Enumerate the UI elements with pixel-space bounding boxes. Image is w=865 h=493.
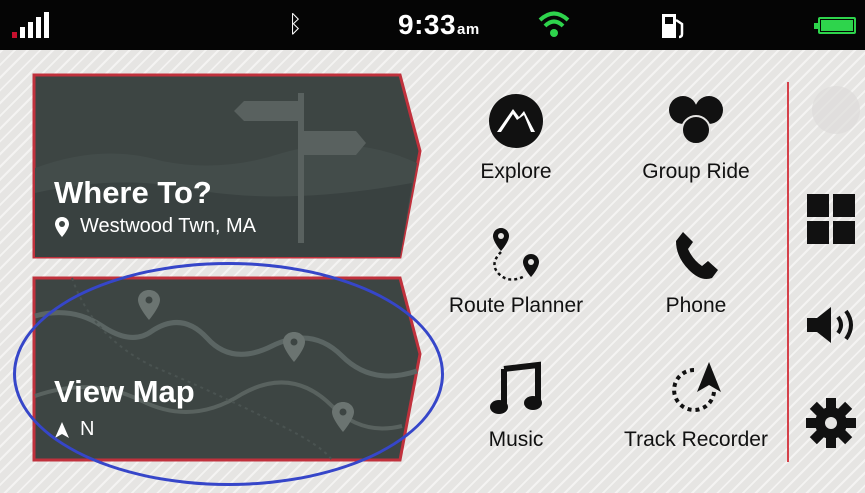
phone-label: Phone	[665, 294, 727, 317]
group-ride-button[interactable]: Group Ride	[611, 90, 781, 184]
explore-icon	[489, 94, 543, 148]
explore-button[interactable]: Explore	[431, 90, 601, 184]
track-recorder-button[interactable]: Track Recorder	[611, 358, 781, 452]
route-planner-label: Route Planner	[448, 294, 584, 317]
route-planner-icon	[493, 228, 539, 281]
view-map-title: View Map	[54, 374, 195, 409]
settings-button[interactable]	[800, 397, 862, 449]
group-ride-icon	[669, 96, 723, 145]
volume-icon	[807, 307, 853, 343]
side-divider	[787, 82, 789, 462]
where-to-location-text: Westwood Twn, MA	[80, 215, 256, 237]
group-ride-label: Group Ride	[642, 160, 750, 183]
clock-suffix: am	[457, 21, 480, 38]
home-screen: ᛒ 9:33am Where To? Westwood Twn, MA View…	[0, 0, 865, 493]
view-map-button[interactable]: View Map N	[32, 276, 422, 462]
bluetooth-icon: ᛒ	[288, 10, 303, 38]
explore-label: Explore	[480, 160, 552, 183]
route-planner-button[interactable]: Route Planner	[431, 224, 601, 318]
volume-button[interactable]	[800, 303, 862, 347]
music-button[interactable]: Music	[431, 358, 601, 452]
phone-icon	[676, 232, 718, 279]
where-to-title: Where To?	[54, 175, 212, 210]
view-map-heading: N	[54, 418, 94, 441]
settings-icon	[806, 398, 856, 448]
ghost-circle-icon	[812, 86, 860, 134]
view-map-heading-text: N	[80, 418, 95, 440]
apps-grid-button[interactable]	[800, 192, 862, 246]
music-icon	[490, 361, 542, 414]
where-to-location: Westwood Twn, MA	[54, 215, 256, 238]
where-to-button[interactable]: Where To? Westwood Twn, MA	[32, 73, 422, 259]
north-arrow-icon	[55, 421, 69, 438]
track-recorder-label: Track Recorder	[624, 428, 768, 451]
music-label: Music	[488, 428, 544, 451]
fuel-icon	[662, 14, 684, 39]
wifi-icon	[538, 11, 570, 37]
phone-button[interactable]: Phone	[611, 224, 781, 318]
track-recorder-icon	[672, 362, 721, 412]
location-pin-icon	[55, 216, 69, 237]
apps-grid-icon	[807, 194, 855, 244]
signal-icon	[12, 12, 49, 38]
clock: 9:33am	[398, 9, 480, 41]
status-bar: ᛒ 9:33am	[0, 0, 865, 50]
battery-icon	[814, 17, 856, 34]
clock-time: 9:33	[398, 9, 457, 40]
